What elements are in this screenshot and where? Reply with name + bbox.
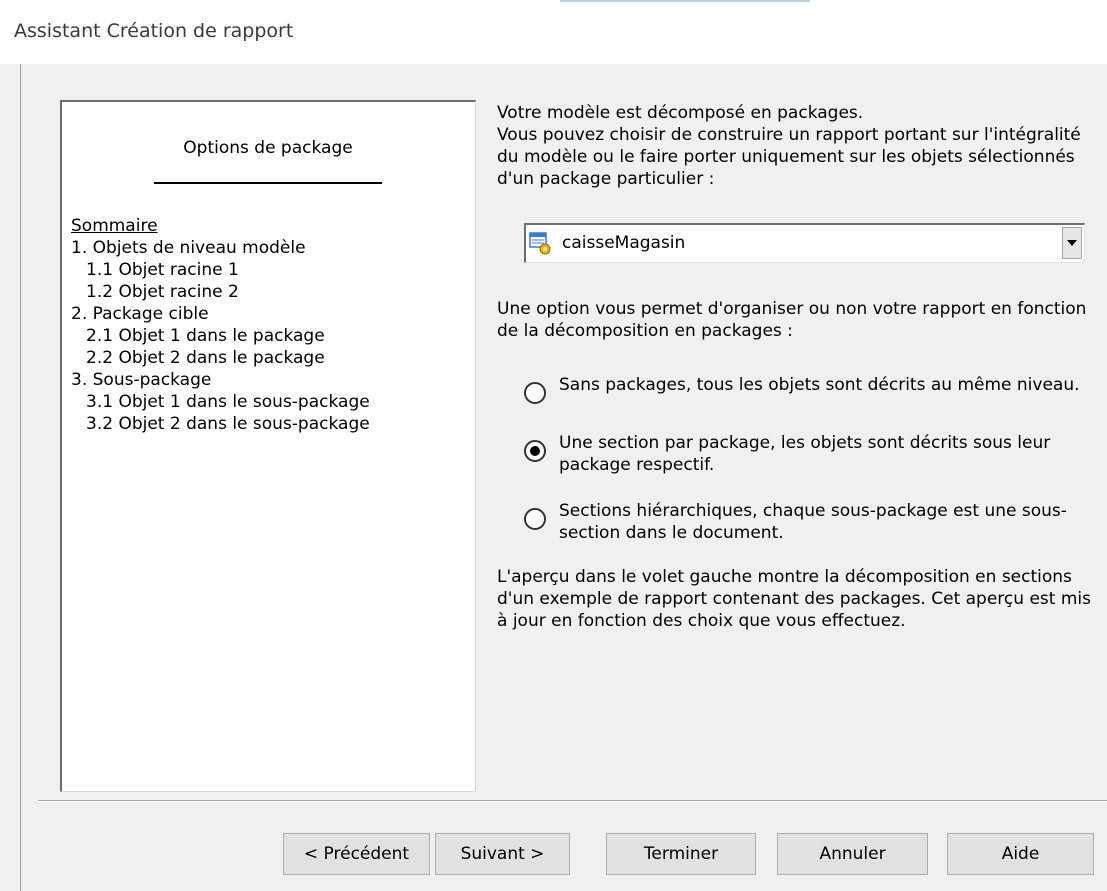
radio-label[interactable]: Sans packages, tous les objets sont décr… (559, 374, 1107, 396)
preview-rule (154, 182, 382, 184)
radio-label[interactable]: Sections hiérarchiques, chaque sous-pack… (559, 500, 1107, 544)
radio-button[interactable] (524, 508, 546, 530)
toc-item: 3. Sous-package (71, 370, 212, 390)
toc-item: 2.2 Objet 2 dans le package (86, 348, 325, 368)
next-button[interactable]: Suivant > (435, 833, 570, 875)
finish-button[interactable]: Terminer (606, 833, 756, 875)
radio-section-per-package[interactable]: Une section par package, les objets sont… (524, 432, 1104, 478)
left-divider (20, 64, 21, 891)
toc-item: 1.1 Objet racine 1 (86, 260, 239, 280)
cancel-button[interactable]: Annuler (777, 833, 928, 875)
preview-pane: Options de package Sommaire 1. Objets de … (60, 100, 476, 792)
radio-label[interactable]: Une section par package, les objets sont… (559, 432, 1107, 476)
chevron-down-icon (1067, 240, 1077, 246)
toc-item: 3.2 Objet 2 dans le sous-package (86, 414, 370, 434)
intro-text: Votre modèle est décomposé en packages. … (497, 102, 1097, 190)
dropdown-button[interactable] (1062, 227, 1082, 259)
preview-heading: Options de package (183, 138, 353, 158)
toc-item: 1.2 Objet racine 2 (86, 282, 239, 302)
toc-item: 2.1 Objet 1 dans le package (86, 326, 325, 346)
toc-item: 1. Objets de niveau modèle (71, 238, 306, 258)
toc-heading: Sommaire (71, 216, 158, 236)
help-button[interactable]: Aide (947, 833, 1094, 875)
window-title: Assistant Création de rapport (14, 20, 294, 42)
toc-item: 3.1 Objet 1 dans le sous-package (86, 392, 370, 412)
preview-note: L'aperçu dans le volet gauche montre la … (497, 567, 1091, 631)
preview-toc: Sommaire 1. Objets de niveau modèle 1.1 Ob… (71, 215, 370, 435)
radio-hierarchical-sections[interactable]: Sections hiérarchiques, chaque sous-pack… (524, 500, 1104, 546)
button-separator (38, 800, 1107, 802)
intro-line-1: Votre modèle est décomposé en packages. (497, 103, 864, 123)
toc-item: 2. Package cible (71, 304, 209, 324)
intro-line-2: Vous pouvez choisir de construire un rap… (497, 125, 1081, 189)
title-accent (560, 0, 810, 2)
package-icon (529, 232, 551, 255)
options-description: Une option vous permet d'organiser ou no… (497, 299, 1087, 341)
package-select-value: caisseMagasin (562, 233, 686, 253)
radio-selected-dot (530, 446, 540, 456)
radio-no-packages[interactable]: Sans packages, tous les objets sont décr… (524, 374, 1104, 420)
radio-button[interactable] (524, 382, 546, 404)
previous-button[interactable]: < Précédent (283, 833, 430, 875)
title-bar: Assistant Création de rapport (0, 0, 1107, 64)
radio-button[interactable] (524, 440, 546, 462)
package-select[interactable]: caisseMagasin (524, 223, 1085, 263)
